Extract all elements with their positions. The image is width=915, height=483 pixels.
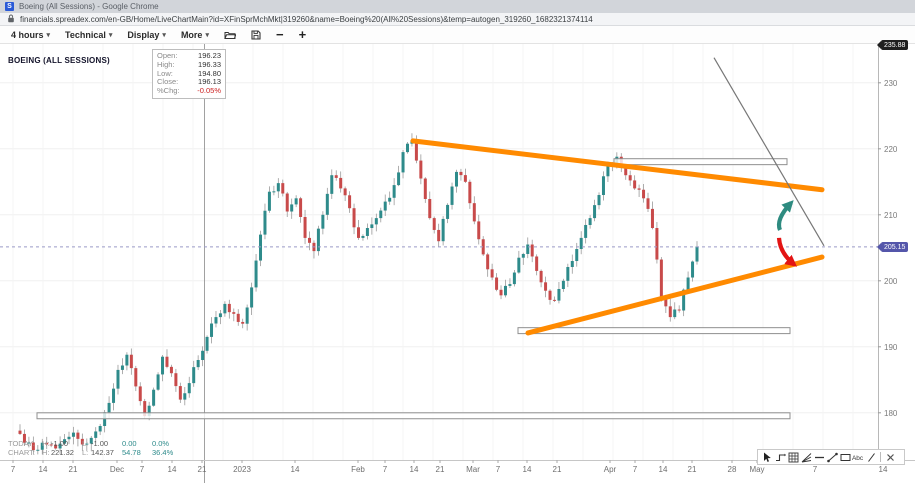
chevron-down-icon: ▾ (47, 31, 51, 39)
chart-stats-row: CHART:H:221.32L:142.3754.7836.4% (8, 448, 182, 457)
svg-text:7: 7 (140, 465, 145, 474)
url-bar[interactable]: financials.spreadex.com/en-GB/Home/LiveC… (0, 13, 915, 26)
horizontal-line-tool-icon[interactable] (813, 451, 825, 463)
tools-divider (878, 451, 883, 463)
chart-range-pct: 36.4% (152, 448, 182, 457)
chg-value: -0.05% (197, 87, 221, 96)
svg-text:Abc: Abc (852, 454, 864, 461)
svg-text:14: 14 (291, 465, 300, 474)
resistance-zone[interactable] (614, 159, 787, 165)
bullish-arrow[interactable] (779, 203, 791, 230)
svg-text:14: 14 (39, 465, 48, 474)
chevron-down-icon: ▾ (109, 31, 113, 39)
fan-lines-tool-icon[interactable] (800, 451, 812, 463)
svg-text:21: 21 (553, 465, 562, 474)
chart-range: 54.78 (122, 448, 152, 457)
svg-text:7: 7 (11, 465, 16, 474)
svg-text:21: 21 (436, 465, 445, 474)
rectangle-tool-icon[interactable] (839, 451, 851, 463)
window-titlebar[interactable]: S Boeing (All Sessions) - Google Chrome (0, 0, 915, 13)
price-chart[interactable]: 230 220 210 200 190 180 7 14 21 Dec 7 14 21 2023 14 Feb… (0, 44, 915, 483)
interval-menu-label: 4 hours (11, 30, 44, 40)
chevron-down-icon: ▾ (205, 31, 209, 39)
pointer-tool-icon[interactable] (761, 451, 773, 463)
drawing-tools-panel: Abc (757, 449, 905, 465)
svg-text:7: 7 (496, 465, 501, 474)
svg-text:Feb: Feb (351, 465, 365, 474)
elbow-line-tool-icon[interactable] (774, 451, 786, 463)
technical-menu[interactable]: Technical ▾ (65, 30, 112, 40)
display-menu-label: Display (127, 30, 159, 40)
svg-text:May: May (749, 465, 764, 474)
svg-text:230: 230 (884, 79, 898, 88)
svg-text:7: 7 (633, 465, 638, 474)
save-icon[interactable] (251, 30, 261, 40)
svg-text:Dec: Dec (110, 465, 124, 474)
zoom-out-button[interactable]: − (276, 30, 284, 40)
svg-text:21: 21 (69, 465, 78, 474)
svg-text:14: 14 (523, 465, 532, 474)
upper-trendline[interactable] (413, 141, 822, 190)
more-menu-label: More (181, 30, 203, 40)
chart-high: 221.32 (51, 448, 82, 457)
grid-tool-icon[interactable] (787, 451, 799, 463)
svg-text:180: 180 (884, 409, 898, 418)
svg-text:Apr: Apr (604, 465, 617, 474)
svg-text:190: 190 (884, 343, 898, 352)
today-change: 0.00 (122, 439, 152, 448)
zoom-in-button[interactable]: + (299, 30, 307, 40)
svg-text:28: 28 (728, 465, 737, 474)
url-text: financials.spreadex.com/en-GB/Home/LiveC… (20, 15, 593, 24)
browser-window: { "browser": { "title": "Boeing (All Ses… (0, 0, 915, 483)
support-zone[interactable] (518, 328, 790, 334)
svg-text:2023: 2023 (233, 465, 251, 474)
svg-text:210: 210 (884, 211, 898, 220)
chart-toolbar: 4 hours ▾ Technical ▾ Display ▾ More ▾ −… (0, 26, 915, 44)
svg-text:7: 7 (383, 465, 388, 474)
svg-text:Mar: Mar (466, 465, 480, 474)
chevron-down-icon: ▾ (162, 31, 166, 39)
high-price-badge: 235.88 (881, 40, 908, 50)
today-low: -1.00 (91, 439, 122, 448)
today-high: -1.00 (51, 439, 82, 448)
today-stats-row: TODAY:H:-1.00L:-1.000.000.0% (8, 439, 182, 448)
svg-text:200: 200 (884, 277, 898, 286)
chart-low: 142.37 (91, 448, 122, 457)
svg-text:14: 14 (659, 465, 668, 474)
candles-layer (19, 133, 699, 454)
stats-panel: TODAY:H:-1.00L:-1.000.000.0% CHART:H:221… (8, 439, 182, 457)
chart-label: CHART: (8, 448, 42, 457)
svg-text:14: 14 (410, 465, 419, 474)
window-title: Boeing (All Sessions) - Google Chrome (19, 2, 159, 11)
symbol-label: BOEING (ALL SESSIONS) (8, 56, 110, 65)
last-price-badge: 205.15 (881, 242, 908, 252)
more-menu[interactable]: More ▾ (181, 30, 209, 40)
display-menu[interactable]: Display ▾ (127, 30, 166, 40)
close-tool-icon[interactable] (884, 451, 896, 463)
svg-text:7: 7 (813, 465, 818, 474)
diagonal-line[interactable] (714, 58, 824, 246)
ohlc-tooltip: Open:196.23 High:196.33 Low:194.80 Close… (152, 49, 226, 99)
major-support-zone[interactable] (37, 413, 790, 419)
interval-menu[interactable]: 4 hours ▾ (11, 30, 50, 40)
chg-label: %Chg: (157, 87, 180, 96)
gridlines (0, 44, 878, 460)
today-label: TODAY: (8, 439, 42, 448)
technical-menu-label: Technical (65, 30, 106, 40)
svg-text:21: 21 (688, 465, 697, 474)
today-change-pct: 0.0% (152, 439, 182, 448)
freehand-tool-icon[interactable] (865, 451, 877, 463)
text-tool-icon[interactable]: Abc (852, 451, 864, 463)
svg-text:21: 21 (198, 465, 207, 474)
bearish-arrow[interactable] (779, 238, 794, 264)
svg-text:14: 14 (879, 465, 888, 474)
svg-text:220: 220 (884, 145, 898, 154)
open-folder-icon[interactable] (224, 30, 236, 40)
svg-text:14: 14 (168, 465, 177, 474)
trend-line-tool-icon[interactable] (826, 451, 838, 463)
